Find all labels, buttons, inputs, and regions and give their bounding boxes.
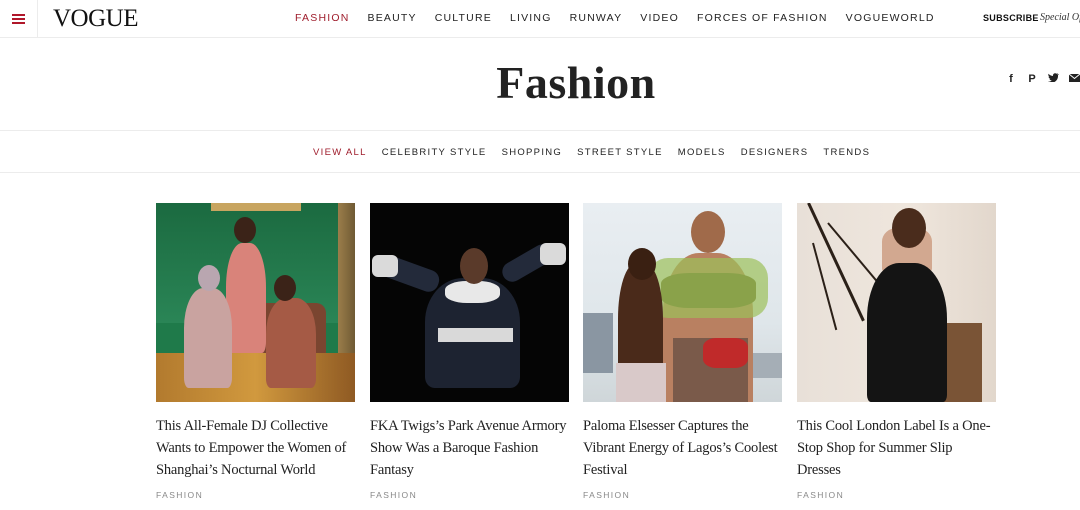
- article-card[interactable]: This Cool London Label Is a One-Stop Sho…: [797, 203, 996, 500]
- nav-item-runway[interactable]: RUNWAY: [570, 12, 623, 24]
- page-title: Fashion: [496, 57, 656, 108]
- nav-item-culture[interactable]: CULTURE: [435, 12, 492, 24]
- article-image[interactable]: [370, 203, 569, 402]
- article-headline[interactable]: This All-Female DJ Collective Wants to E…: [156, 415, 355, 481]
- article-image[interactable]: [797, 203, 996, 402]
- social-share-icons: f P: [1006, 73, 1080, 85]
- article-tag[interactable]: FASHION: [370, 490, 417, 500]
- article-image[interactable]: [156, 203, 355, 402]
- article-tag[interactable]: FASHION: [156, 490, 203, 500]
- subnav-view-all[interactable]: VIEW ALL: [313, 147, 367, 158]
- article-tag[interactable]: FASHION: [797, 490, 844, 500]
- subnav-street-style[interactable]: STREET STYLE: [577, 147, 663, 158]
- article-card[interactable]: Paloma Elsesser Captures the Vibrant Ene…: [583, 203, 782, 500]
- nav-item-forces-of-fashion[interactable]: FORCES OF FASHION: [697, 12, 828, 24]
- subnav-celebrity-style[interactable]: CELEBRITY STYLE: [382, 147, 487, 158]
- article-headline[interactable]: Paloma Elsesser Captures the Vibrant Ene…: [583, 415, 782, 481]
- nav-item-vogueworld[interactable]: VOGUEWORLD: [846, 12, 935, 24]
- article-headline[interactable]: FKA Twigs’s Park Avenue Armory Show Was …: [370, 415, 569, 481]
- subnav-models[interactable]: MODELS: [678, 147, 726, 158]
- special-offer-link[interactable]: Special Of: [1040, 12, 1080, 23]
- main-nav: FASHION BEAUTY CULTURE LIVING RUNWAY VID…: [295, 12, 953, 24]
- nav-item-beauty[interactable]: BEAUTY: [368, 12, 417, 24]
- hamburger-menu-button[interactable]: [0, 0, 38, 38]
- article-headline[interactable]: This Cool London Label Is a One-Stop Sho…: [797, 415, 996, 481]
- article-card[interactable]: This All-Female DJ Collective Wants to E…: [156, 203, 355, 500]
- facebook-icon[interactable]: f: [1006, 73, 1016, 85]
- vogue-logo[interactable]: VOGUE: [53, 5, 139, 33]
- section-sub-nav: VIEW ALL CELEBRITY STYLE SHOPPING STREET…: [313, 147, 885, 158]
- twitter-icon[interactable]: [1048, 73, 1059, 85]
- subnav-trends[interactable]: TRENDS: [823, 147, 870, 158]
- divider: [0, 172, 1080, 173]
- subnav-shopping[interactable]: SHOPPING: [502, 147, 563, 158]
- mail-icon[interactable]: [1068, 73, 1080, 85]
- hamburger-icon: [12, 14, 25, 24]
- divider: [0, 130, 1080, 131]
- subnav-designers[interactable]: DESIGNERS: [741, 147, 809, 158]
- top-navigation-bar: VOGUE FASHION BEAUTY CULTURE LIVING RUNW…: [0, 0, 1080, 38]
- article-card[interactable]: FKA Twigs’s Park Avenue Armory Show Was …: [370, 203, 569, 500]
- nav-item-living[interactable]: LIVING: [510, 12, 552, 24]
- subscribe-link[interactable]: SUBSCRIBE: [983, 13, 1039, 23]
- article-image[interactable]: [583, 203, 782, 402]
- nav-item-video[interactable]: VIDEO: [640, 12, 679, 24]
- pinterest-icon[interactable]: P: [1027, 73, 1037, 85]
- article-tag[interactable]: FASHION: [583, 490, 630, 500]
- nav-item-fashion[interactable]: FASHION: [295, 12, 350, 24]
